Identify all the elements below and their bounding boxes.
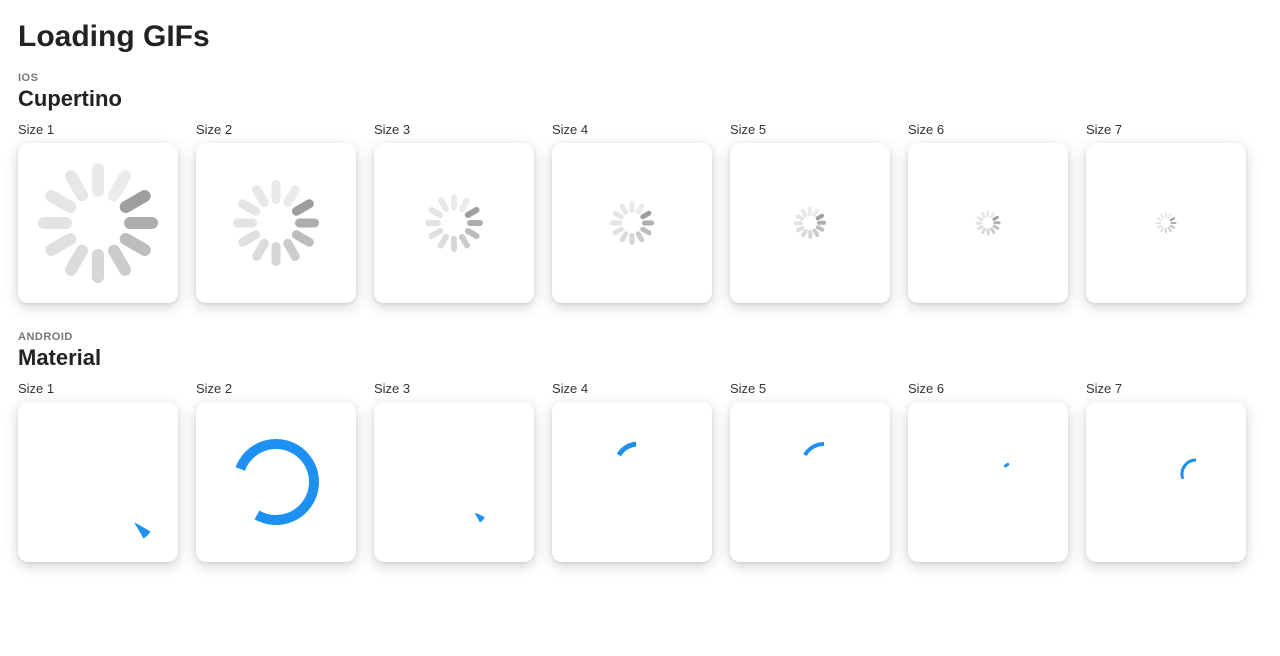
size-cell: Size 5 [730,122,890,303]
spinner-card [552,402,712,562]
size-cell: Size 2 [196,122,356,303]
cupertino-spinner-icon [230,177,322,269]
section-title-material: Material [18,345,1262,371]
size-cell: Size 1 [18,122,178,303]
material-spinner-icon [960,420,1060,520]
spinner-card [908,402,1068,562]
size-label: Size 6 [908,381,1068,396]
cupertino-spinner-icon [423,192,485,254]
size-label: Size 2 [196,381,356,396]
size-cell: Size 7 [1086,122,1246,303]
spinner-card [1086,143,1246,303]
spinner-card [374,402,534,562]
size-label: Size 2 [196,122,356,137]
cupertino-spinner-icon [609,200,655,246]
spinner-card [18,402,178,562]
size-cell: Size 3 [374,381,534,562]
size-label: Size 5 [730,122,890,137]
material-spinner-icon [226,432,326,532]
size-cell: Size 3 [374,122,534,303]
size-cell: Size 7 [1086,381,1246,562]
cupertino-spinner-icon [33,158,163,288]
size-cell: Size 4 [552,381,712,562]
material-spinner-icon [84,472,184,572]
size-cell: Size 2 [196,381,356,562]
size-label: Size 5 [730,381,890,396]
platform-tag-ios: IOS [18,72,1262,84]
size-label: Size 4 [552,122,712,137]
spinner-card [196,402,356,562]
size-cell: Size 6 [908,122,1068,303]
material-spinner-icon [424,462,524,562]
cupertino-spinner-icon [975,210,1001,236]
section-material: ANDROID Material Size 1 Size 2 Size 3 Size … [18,331,1262,562]
spinner-card [1086,402,1246,562]
material-spinner-icon [774,416,874,516]
cupertino-spinner-icon [1156,213,1176,233]
spinner-card [18,143,178,303]
size-label: Size 6 [908,122,1068,137]
size-label: Size 1 [18,381,178,396]
page-title: Loading GIFs [18,20,1262,54]
size-cell: Size 5 [730,381,890,562]
spinner-card [196,143,356,303]
platform-tag-android: ANDROID [18,331,1262,343]
size-cell: Size 4 [552,122,712,303]
spinner-card [374,143,534,303]
size-label: Size 7 [1086,122,1246,137]
size-cell: Size 1 [18,381,178,562]
size-cell: Size 6 [908,381,1068,562]
section-cupertino: IOS Cupertino Size 1 Size 2 Size 3 Size 4 Si… [18,72,1262,303]
spinner-card [730,143,890,303]
size-label: Size 3 [374,381,534,396]
material-spinner-icon [1146,424,1246,524]
spinner-card [552,143,712,303]
material-spinner-icon [588,416,688,516]
spinner-card [908,143,1068,303]
size-label: Size 1 [18,122,178,137]
cupertino-spinner-icon [793,206,827,240]
size-label: Size 7 [1086,381,1246,396]
section-title-cupertino: Cupertino [18,86,1262,112]
spinner-card [730,402,890,562]
size-label: Size 3 [374,122,534,137]
size-label: Size 4 [552,381,712,396]
